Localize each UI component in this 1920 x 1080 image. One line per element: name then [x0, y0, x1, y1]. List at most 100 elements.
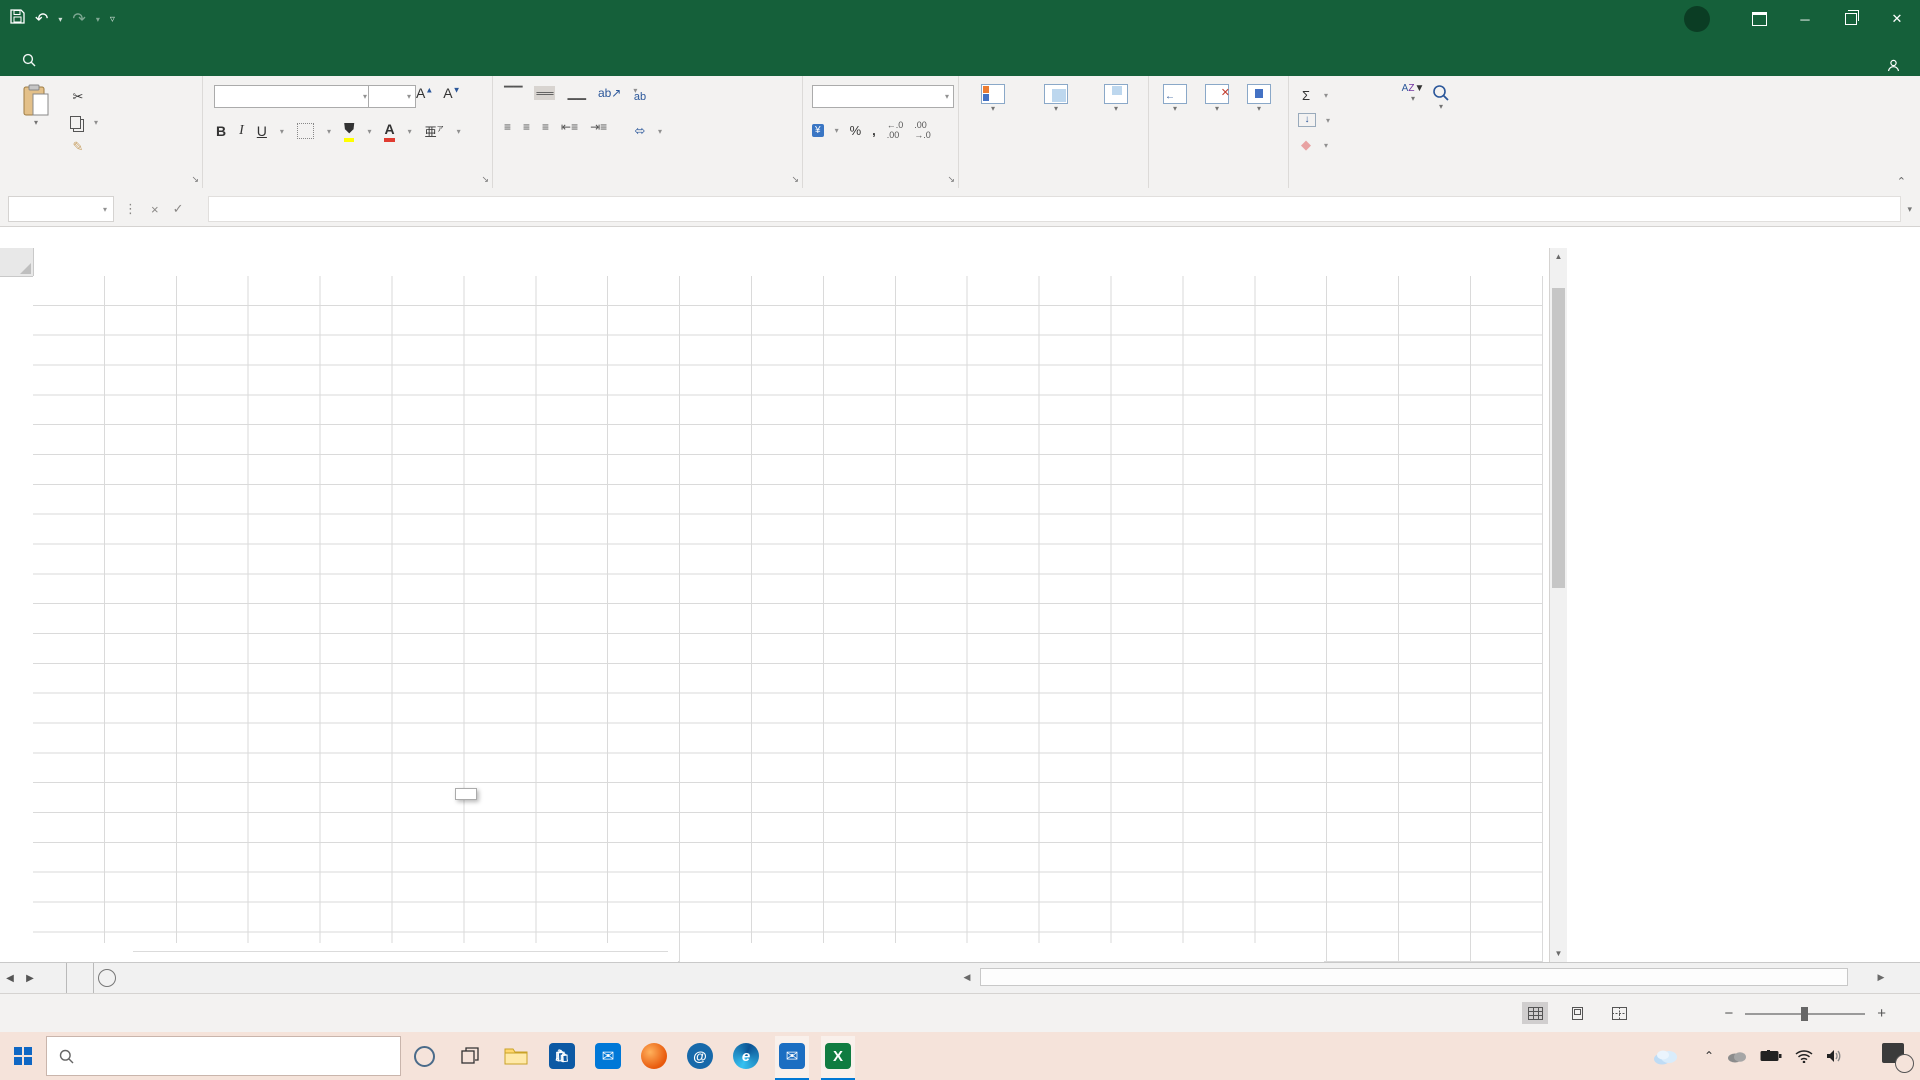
- sheet-grid[interactable]: [33, 276, 1543, 962]
- normal-view-button[interactable]: [1522, 1002, 1548, 1024]
- find-select-button[interactable]: ▾: [1418, 84, 1464, 112]
- decrease-indent-icon[interactable]: ⇤≡: [561, 120, 578, 134]
- page-layout-view-button[interactable]: [1564, 1002, 1590, 1024]
- scroll-up-icon[interactable]: ▲: [1550, 248, 1567, 265]
- clear-button[interactable]: ◆ ▾: [1298, 134, 1330, 156]
- name-box[interactable]: ▾: [8, 196, 114, 222]
- start-button[interactable]: [0, 1032, 46, 1080]
- scroll-down-icon[interactable]: ▼: [1550, 945, 1567, 962]
- collapse-ribbon-icon[interactable]: ⌃: [1897, 175, 1906, 188]
- delete-cells-button[interactable]: ✕ ▾: [1198, 84, 1236, 114]
- comma-style-icon[interactable]: ,: [872, 123, 876, 138]
- merge-center-button[interactable]: ⬄▾: [632, 120, 662, 142]
- align-middle-icon[interactable]: ══: [534, 86, 555, 100]
- wrap-text-button[interactable]: ab: [632, 86, 653, 108]
- phonetic-guide-button[interactable]: 亜ア: [425, 123, 444, 140]
- autosum-button[interactable]: Σ ▾: [1298, 84, 1330, 106]
- scroll-right-icon[interactable]: ▶: [1872, 968, 1890, 986]
- copy-button[interactable]: ▾: [70, 111, 98, 133]
- speaker-icon[interactable]: [1826, 1049, 1843, 1063]
- file-explorer-button[interactable]: [493, 1032, 539, 1080]
- battery-icon[interactable]: [1760, 1050, 1782, 1062]
- vertical-scrollbar[interactable]: ▲ ▼: [1549, 248, 1567, 962]
- mail-button[interactable]: ✉: [585, 1032, 631, 1080]
- percent-style-icon[interactable]: %: [850, 123, 862, 138]
- avatar[interactable]: [1684, 6, 1710, 32]
- minimize-button[interactable]: ─: [1782, 0, 1828, 38]
- format-painter-button[interactable]: ✎: [70, 136, 98, 158]
- ribbon-display-options-button[interactable]: [1736, 0, 1782, 38]
- taskbar-search-input[interactable]: [46, 1036, 401, 1076]
- select-all-corner[interactable]: [0, 248, 34, 277]
- scroll-left-icon[interactable]: ◀: [958, 968, 976, 986]
- paste-button[interactable]: ▾: [10, 84, 62, 128]
- weather-cloud-icon[interactable]: [1652, 1047, 1678, 1065]
- alignment-dialog-launcher-icon[interactable]: ↘: [791, 174, 799, 185]
- account-area[interactable]: [1674, 0, 1710, 38]
- insert-cells-button[interactable]: ← ▾: [1156, 84, 1194, 114]
- close-button[interactable]: ✕: [1874, 0, 1920, 38]
- underline-button[interactable]: U: [257, 123, 267, 139]
- sheet-nav-right-icon[interactable]: ▶: [20, 963, 40, 993]
- decrease-font-icon[interactable]: A▼: [443, 85, 460, 101]
- format-cells-button[interactable]: ▾: [1240, 84, 1278, 114]
- statistics-onepoint-cell[interactable]: [680, 943, 1324, 962]
- page-break-view-button[interactable]: [1606, 1002, 1632, 1024]
- cut-button[interactable]: ✂: [70, 86, 98, 108]
- conditional-formatting-button[interactable]: ▾: [964, 84, 1022, 114]
- number-dialog-launcher-icon[interactable]: ↘: [947, 174, 955, 185]
- sheet-overflow-left[interactable]: [40, 963, 67, 993]
- tray-chevron-icon[interactable]: ⌃: [1704, 1049, 1714, 1063]
- zoom-slider-thumb[interactable]: [1801, 1007, 1808, 1021]
- store-button[interactable]: 🛍: [539, 1032, 585, 1080]
- italic-button[interactable]: I: [239, 123, 244, 139]
- cortana-button[interactable]: [401, 1032, 447, 1080]
- horizontal-scrollbar[interactable]: ◀ ▶: [958, 965, 1890, 989]
- align-left-icon[interactable]: ≡: [504, 120, 511, 134]
- expand-formula-bar-icon[interactable]: ▾: [1907, 204, 1912, 215]
- font-dialog-launcher-icon[interactable]: ↘: [481, 174, 489, 185]
- number-format-select[interactable]: ▾: [812, 85, 954, 108]
- increase-font-icon[interactable]: A▲: [416, 85, 433, 101]
- font-name-select[interactable]: ▾: [214, 85, 372, 108]
- align-top-icon[interactable]: ▔▔: [504, 86, 522, 100]
- align-right-icon[interactable]: ≡: [542, 120, 549, 134]
- tell-me-search[interactable]: [22, 44, 43, 76]
- excel-button[interactable]: X: [815, 1032, 861, 1080]
- align-center-icon[interactable]: ≡: [523, 120, 530, 134]
- fill-button[interactable]: ↓ ▾: [1298, 109, 1330, 131]
- cell-styles-button[interactable]: ▾: [1090, 84, 1142, 114]
- zoom-in-icon[interactable]: +: [1877, 1005, 1886, 1022]
- onedrive-icon[interactable]: [1727, 1049, 1747, 1063]
- sheet-overflow-right[interactable]: [67, 963, 94, 993]
- font-color-button[interactable]: A: [384, 121, 394, 142]
- clipboard-dialog-launcher-icon[interactable]: ↘: [191, 174, 199, 185]
- restore-button[interactable]: [1828, 0, 1874, 38]
- add-sheet-button[interactable]: [94, 963, 120, 993]
- notification-center-button[interactable]: [1882, 1043, 1912, 1069]
- zoom-out-icon[interactable]: −: [1724, 1005, 1733, 1022]
- borders-button[interactable]: [297, 123, 314, 139]
- fill-color-button[interactable]: ⛊: [344, 120, 355, 142]
- edge-button[interactable]: e: [723, 1032, 769, 1080]
- formula-input[interactable]: [208, 196, 1902, 222]
- format-as-table-button[interactable]: ▾: [1024, 84, 1088, 114]
- share-button[interactable]: [1887, 59, 1906, 72]
- thunderbird-button[interactable]: @: [677, 1032, 723, 1080]
- bold-button[interactable]: B: [216, 123, 226, 139]
- accounting-format-icon[interactable]: ¥: [812, 124, 824, 137]
- increase-decimal-icon[interactable]: ←.0.00: [887, 120, 904, 140]
- zoom-slider[interactable]: [1745, 1013, 1865, 1015]
- font-size-select[interactable]: ▾: [368, 85, 416, 108]
- orientation-icon[interactable]: ab↗: [598, 86, 621, 100]
- firefox-button[interactable]: [631, 1032, 677, 1080]
- outlook-button[interactable]: ✉: [769, 1032, 815, 1080]
- align-bottom-icon[interactable]: ▁▁: [567, 86, 585, 100]
- horizontal-scroll-thumb[interactable]: [980, 968, 1848, 986]
- increase-indent-icon[interactable]: ⇥≡: [590, 120, 607, 134]
- task-view-button[interactable]: [447, 1032, 493, 1080]
- sheet-nav-left-icon[interactable]: ◀: [0, 963, 20, 993]
- wifi-icon[interactable]: [1795, 1049, 1813, 1063]
- decrease-decimal-icon[interactable]: .00→.0: [914, 120, 931, 140]
- vertical-scroll-thumb[interactable]: [1552, 288, 1565, 588]
